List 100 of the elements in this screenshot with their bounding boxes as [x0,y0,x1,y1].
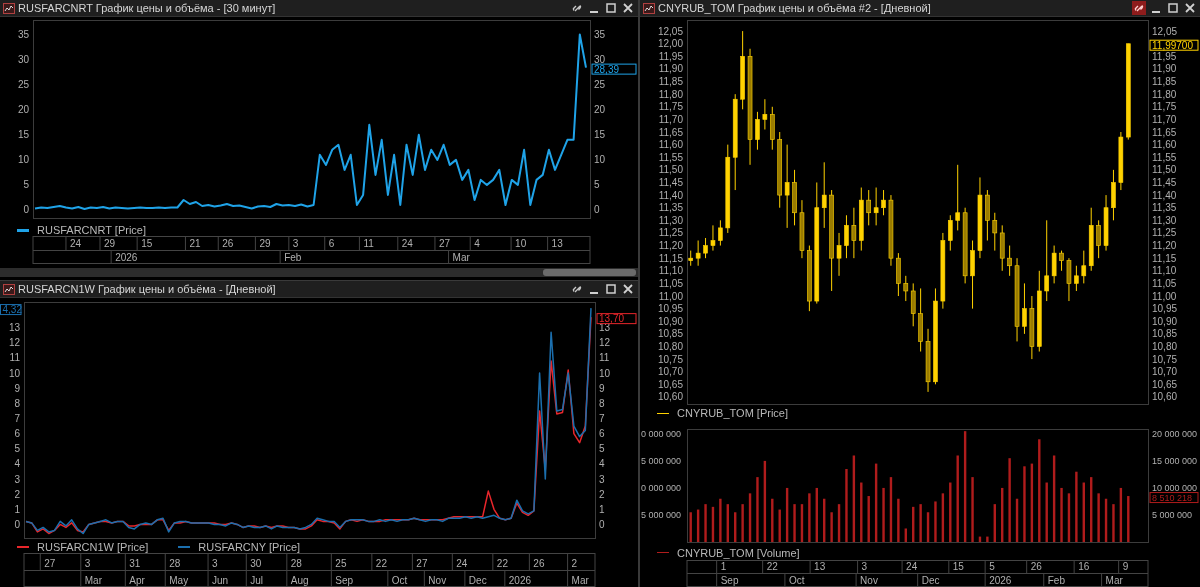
axis-label: 11,85 [1152,76,1177,88]
axis-label: 25 [17,79,29,91]
axis-label: Mar [1105,575,1123,586]
axis-label: 22 [496,558,508,569]
axis-label: 11,10 [1152,265,1177,277]
legend-label: RUSFARCNRT [Price] [37,224,146,236]
axis-label: 3 [861,561,868,572]
close-icon[interactable] [621,1,635,15]
axis-label: 9 [1122,561,1129,572]
axis-label: 11,80 [1152,88,1177,100]
axis-label: 11,25 [1152,227,1177,239]
axis-label: 11,85 [658,76,683,88]
axis-label: 5 [14,443,20,455]
axis-label: 12,00 [657,38,683,50]
axis-label: 1 [14,503,20,515]
window-title: RUSFARCNRT График цены и объёма - [30 минут] [18,2,277,14]
axis-label: 11,65 [658,126,683,138]
axis-label: 12 [8,337,20,349]
axis-label: 4 [14,458,20,470]
axis-label: 20 [594,104,606,116]
axis-label: Nov [428,575,447,586]
axis-label: 11,95 [1152,50,1177,62]
axis-label: 10,80 [1152,341,1178,352]
axis-label: 3 [84,558,91,569]
axis-label: 11,35 [658,202,683,214]
axis-label: 30 [250,558,262,569]
axis-label: 28 [290,558,302,569]
axis-label: 31 [129,558,141,569]
chart-window-icon [3,283,15,295]
axis-label: 10 [515,238,527,249]
close-icon[interactable] [1183,1,1197,15]
axis-label: 10 [17,154,29,166]
axis-label: 0 000 000 [641,483,682,494]
axis-label: 10,65 [1152,378,1178,390]
axis-label: 11 [599,352,610,364]
axis-label: 12,05 [1152,25,1178,37]
axis-label: 11,35 [1152,202,1177,214]
axis-label: 2026 [115,252,138,263]
axis-label: 11,60 [658,139,683,151]
axis-label: 26 [1030,561,1042,572]
scrollbar-thumb[interactable] [543,269,636,276]
axis-label: 10,85 [657,328,683,340]
axis-label: Apr [129,575,145,586]
chart-window-icon [643,2,655,14]
value-badge: 11,99700 [1149,39,1199,51]
axis-label: 11,95 [658,50,683,62]
close-icon[interactable] [621,282,635,296]
axis-label: 11,10 [658,265,683,277]
axis-label: 10,95 [657,303,683,315]
window-title: RUSFARCN1W График цены и объёма - [Дневной] [18,283,277,295]
axis-label: Sep [720,575,739,586]
maximize-icon[interactable] [1166,1,1180,15]
axis-label: 20 [17,104,29,116]
axis-label: Jun [212,575,229,586]
axis-label: 11,00 [658,290,683,302]
axis-label: 2 [571,558,578,569]
axis-label: 13 [8,322,20,334]
axis-label: 27 [416,558,428,569]
axis-label: 5 [599,443,605,455]
axis-label: 5 [989,561,995,572]
axis-label: 0 000 000 [641,429,682,440]
maximize-icon[interactable] [604,282,618,296]
axis-label: 11,05 [658,277,683,289]
axis-label: 0 [23,204,29,216]
axis-label: Nov [860,575,878,586]
axis-label: 15 [594,129,606,141]
axis-label: Feb [284,252,302,263]
axis-label: 6 [14,428,20,440]
axis-label: 10,75 [657,353,683,365]
window-title: CNYRUB_TOM График цены и объёма #2 - [Дневной] [658,2,932,14]
link-icon[interactable] [1132,1,1146,15]
value-badge: 8 510 218 [1149,492,1199,504]
axis-label: 3 [212,558,218,569]
axis-label: 15 000 000 [1152,456,1198,467]
axis-label: 11,70 [658,113,683,125]
axis-label: 5 000 000 [641,510,682,521]
axis-label: 11,50 [658,164,683,176]
axis-label: 11,75 [658,101,683,113]
axis-label: 7 [14,413,20,424]
axis-label: 11,15 [1152,252,1177,264]
axis-label: 11,00 [1152,290,1177,302]
axis-label: 11,40 [1152,189,1177,201]
axis-label: 10,95 [1152,303,1178,315]
axis-label: 29 [104,238,116,249]
axis-label: 6 [599,428,605,440]
axis-label: Dec [921,575,940,586]
legend-label: CNYRUB_TOM [Volume] [677,546,800,559]
axis-label: 6 [328,238,335,249]
axis-label: 3 [599,473,605,485]
axis-label: 11,90 [658,63,683,75]
axis-label: 11,60 [1152,139,1177,151]
axis-label: 5 [23,179,29,191]
axis-label: 11 [9,352,20,364]
axis-label: 10,90 [657,315,683,327]
maximize-icon[interactable] [604,1,618,15]
axis-label: 35 [17,29,29,41]
axis-label: 11,05 [1152,277,1177,289]
legend-label: CNYRUB_TOM [Price] [677,407,789,419]
axis-label: 25 [335,558,347,569]
axis-label: 28 [169,558,181,569]
